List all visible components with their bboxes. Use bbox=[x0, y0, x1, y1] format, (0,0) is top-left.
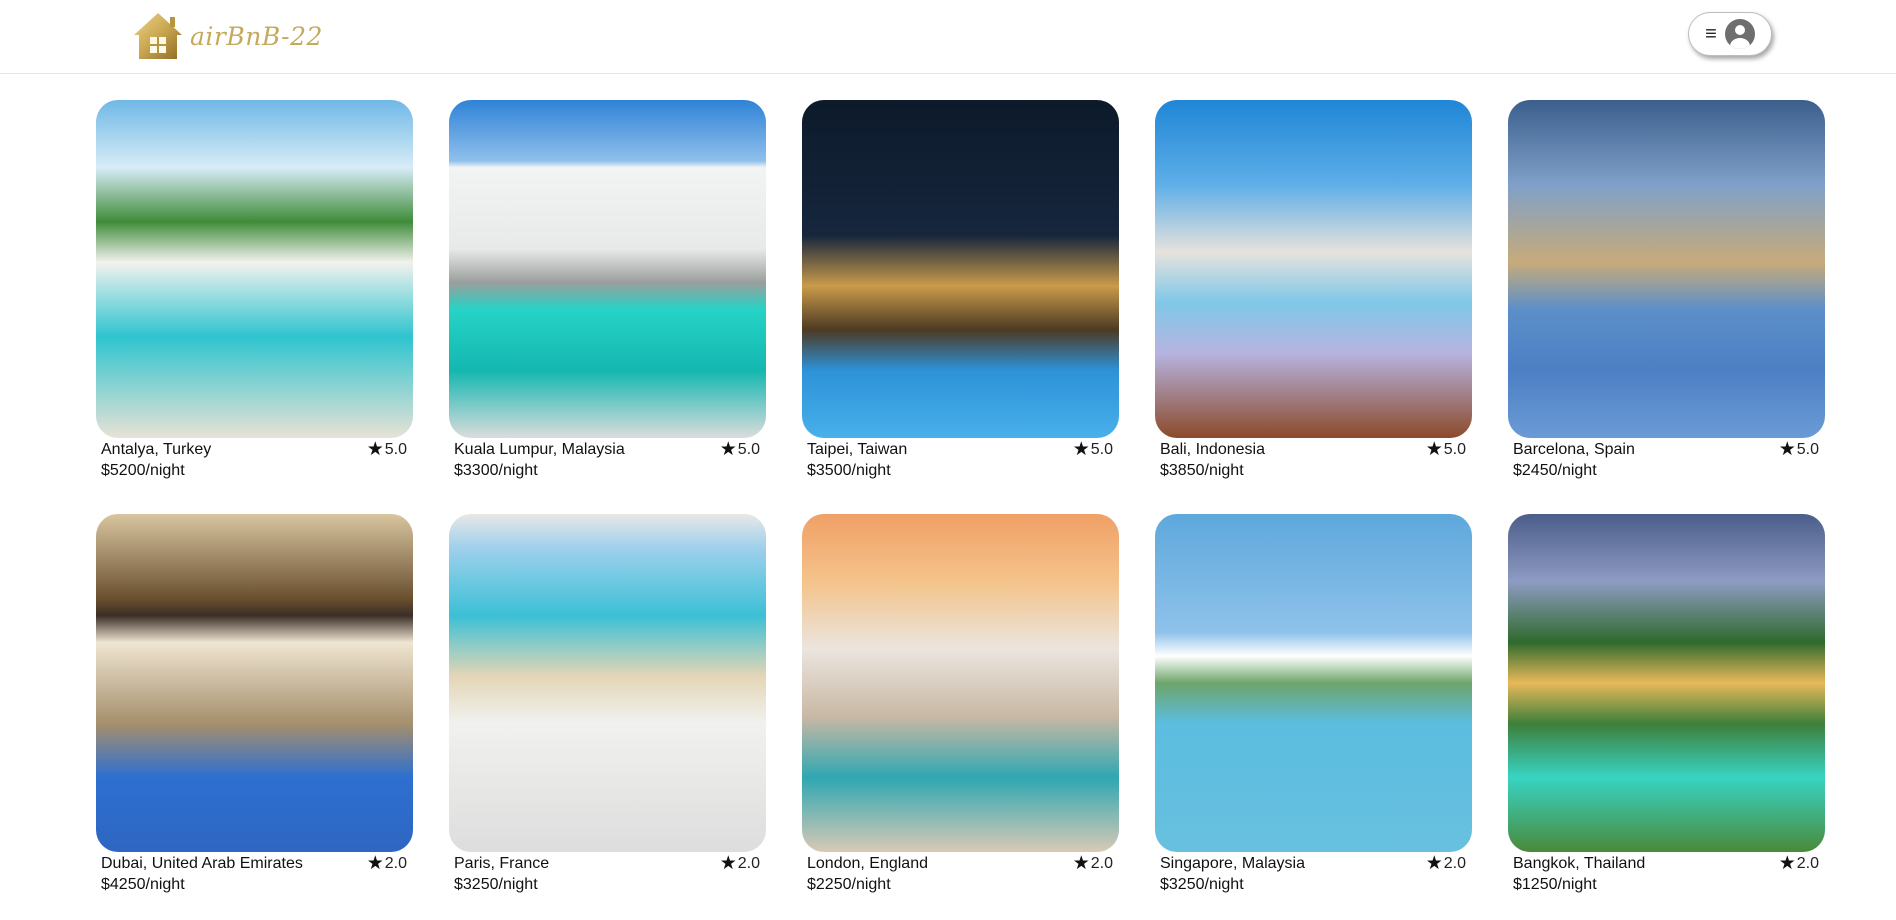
listing-price: $3250/night bbox=[454, 876, 538, 893]
rating-value: 5.0 bbox=[737, 441, 760, 458]
listing-price: $3500/night bbox=[807, 462, 891, 479]
listing-photo[interactable] bbox=[1508, 514, 1825, 852]
listing-card[interactable]: Paris, France ★ 2.0 $3250/night bbox=[449, 514, 766, 894]
listing-price: $4250/night bbox=[101, 876, 185, 893]
top-navbar: airBnB-22 ≡ bbox=[0, 0, 1896, 74]
star-icon: ★ bbox=[719, 853, 737, 874]
listing-photo[interactable] bbox=[802, 100, 1119, 438]
listing-location: Dubai, United Arab Emirates bbox=[101, 855, 303, 872]
brand-logo-link[interactable]: airBnB-22 bbox=[132, 11, 323, 61]
rating-value: 5.0 bbox=[1090, 441, 1113, 458]
star-icon: ★ bbox=[1425, 853, 1443, 874]
listing-price: $2450/night bbox=[1513, 462, 1597, 479]
listing-photo[interactable] bbox=[1155, 514, 1472, 852]
user-menu-button[interactable]: ≡ bbox=[1688, 12, 1772, 56]
listing-location: Antalya, Turkey bbox=[101, 441, 212, 458]
listing-rating: ★ 5.0 bbox=[1778, 439, 1819, 460]
listing-photo[interactable] bbox=[1155, 100, 1472, 438]
star-icon: ★ bbox=[1778, 853, 1796, 874]
rating-value: 5.0 bbox=[1796, 441, 1819, 458]
listing-rating: ★ 2.0 bbox=[366, 853, 407, 874]
rating-value: 2.0 bbox=[1090, 855, 1113, 872]
star-icon: ★ bbox=[1072, 439, 1090, 460]
star-icon: ★ bbox=[366, 853, 384, 874]
star-icon: ★ bbox=[719, 439, 737, 460]
house-logo-icon bbox=[134, 13, 182, 59]
listing-card[interactable]: Antalya, Turkey ★ 5.0 $5200/night bbox=[96, 100, 413, 480]
listing-card[interactable]: Taipei, Taiwan ★ 5.0 $3500/night bbox=[802, 100, 1119, 480]
rating-value: 2.0 bbox=[737, 855, 760, 872]
listing-rating: ★ 2.0 bbox=[719, 853, 760, 874]
listing-photo[interactable] bbox=[449, 514, 766, 852]
hamburger-menu-icon: ≡ bbox=[1705, 23, 1717, 45]
listing-photo[interactable] bbox=[96, 514, 413, 852]
rating-value: 2.0 bbox=[384, 855, 407, 872]
listing-photo[interactable] bbox=[96, 100, 413, 438]
listing-photo[interactable] bbox=[449, 100, 766, 438]
listing-photo[interactable] bbox=[1508, 100, 1825, 438]
listing-card[interactable]: Singapore, Malaysia ★ 2.0 $3250/night bbox=[1155, 514, 1472, 894]
user-avatar-icon bbox=[1724, 19, 1755, 49]
listing-rating: ★ 2.0 bbox=[1072, 853, 1113, 874]
listing-card[interactable]: Barcelona, Spain ★ 5.0 $2450/night bbox=[1508, 100, 1825, 480]
listing-location: Paris, France bbox=[454, 855, 550, 872]
listing-rating: ★ 2.0 bbox=[1425, 853, 1466, 874]
listing-card[interactable]: Kuala Lumpur, Malaysia ★ 5.0 $3300/night bbox=[449, 100, 766, 480]
listing-location: Taipei, Taiwan bbox=[807, 441, 908, 458]
star-icon: ★ bbox=[1778, 439, 1796, 460]
rating-value: 5.0 bbox=[1443, 441, 1466, 458]
listing-location: Barcelona, Spain bbox=[1513, 441, 1635, 458]
listing-rating: ★ 5.0 bbox=[366, 439, 407, 460]
listing-price: $3250/night bbox=[1160, 876, 1244, 893]
brand-name: airBnB-22 bbox=[190, 21, 323, 51]
listing-price: $3850/night bbox=[1160, 462, 1244, 479]
listing-rating: ★ 5.0 bbox=[1425, 439, 1466, 460]
star-icon: ★ bbox=[1425, 439, 1443, 460]
listing-card[interactable]: Dubai, United Arab Emirates ★ 2.0 $4250/n… bbox=[96, 514, 413, 894]
listing-rating: ★ 2.0 bbox=[1778, 853, 1819, 874]
listing-location: London, England bbox=[807, 855, 928, 872]
listing-rating: ★ 5.0 bbox=[719, 439, 760, 460]
listing-price: $1250/night bbox=[1513, 876, 1597, 893]
listing-rating: ★ 5.0 bbox=[1072, 439, 1113, 460]
listings-grid: Antalya, Turkey ★ 5.0 $5200/night Kuala L… bbox=[96, 100, 1825, 894]
rating-value: 5.0 bbox=[384, 441, 407, 458]
listing-card[interactable]: Bali, Indonesia ★ 5.0 $3850/night bbox=[1155, 100, 1472, 480]
rating-value: 2.0 bbox=[1443, 855, 1466, 872]
listing-card[interactable]: London, England ★ 2.0 $2250/night bbox=[802, 514, 1119, 894]
listing-location: Kuala Lumpur, Malaysia bbox=[454, 441, 625, 458]
listing-card[interactable]: Bangkok, Thailand ★ 2.0 $1250/night bbox=[1508, 514, 1825, 894]
listing-location: Bali, Indonesia bbox=[1160, 441, 1265, 458]
star-icon: ★ bbox=[1072, 853, 1090, 874]
listing-price: $2250/night bbox=[807, 876, 891, 893]
star-icon: ★ bbox=[366, 439, 384, 460]
listing-location: Singapore, Malaysia bbox=[1160, 855, 1305, 872]
listing-price: $5200/night bbox=[101, 462, 185, 479]
listing-price: $3300/night bbox=[454, 462, 538, 479]
rating-value: 2.0 bbox=[1796, 855, 1819, 872]
listing-photo[interactable] bbox=[802, 514, 1119, 852]
listing-location: Bangkok, Thailand bbox=[1513, 855, 1646, 872]
